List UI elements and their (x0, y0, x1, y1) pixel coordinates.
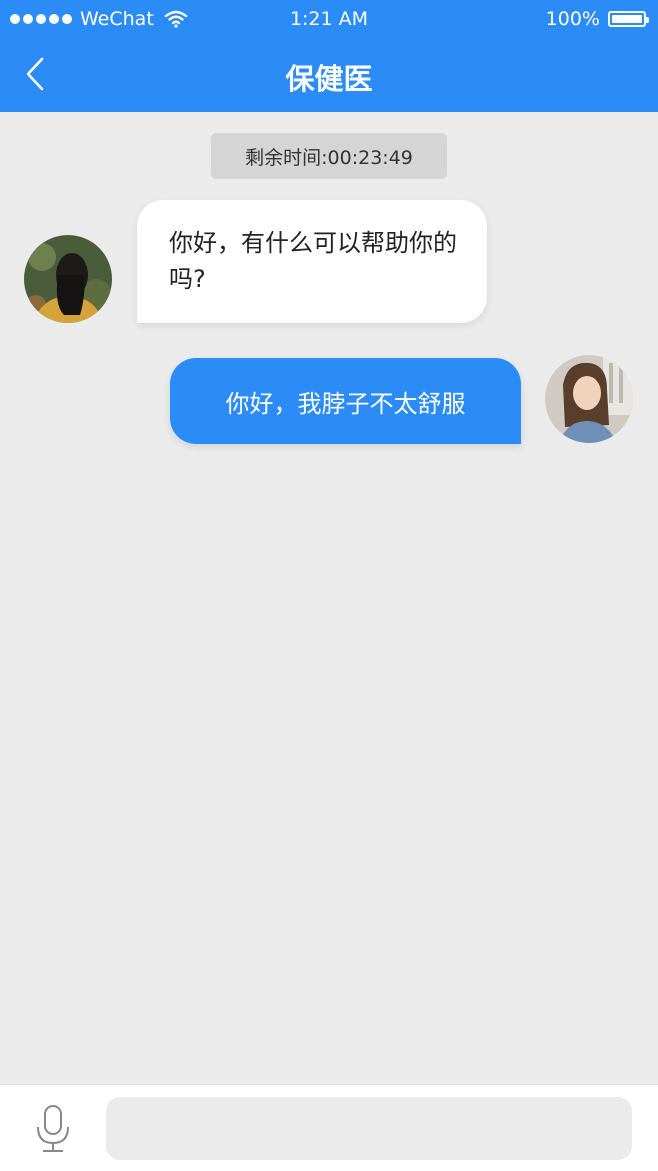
status-bar: WeChat 1:21 AM 100% (0, 0, 658, 38)
battery-icon (608, 11, 649, 27)
voice-input-button[interactable] (30, 1103, 76, 1155)
microphone-icon (37, 1105, 69, 1152)
battery-percent: 100% (545, 8, 600, 30)
app-header: WeChat 1:21 AM 100% 保健医 (0, 0, 658, 112)
message-input[interactable] (106, 1097, 632, 1160)
doctor-avatar[interactable] (24, 235, 112, 323)
user-avatar[interactable] (545, 355, 633, 443)
input-bar (0, 1084, 658, 1171)
user-message-bubble: 你好，我脖子不太舒服 (170, 358, 521, 444)
avatar-image (545, 355, 633, 443)
status-right: 100% (545, 8, 649, 30)
remaining-time-badge: 剩余时间:00:23:49 (211, 133, 447, 179)
avatar-image (24, 235, 112, 323)
doctor-message-bubble: 你好，有什么可以帮助你的吗? (137, 200, 487, 323)
page-title: 保健医 (285, 62, 373, 96)
